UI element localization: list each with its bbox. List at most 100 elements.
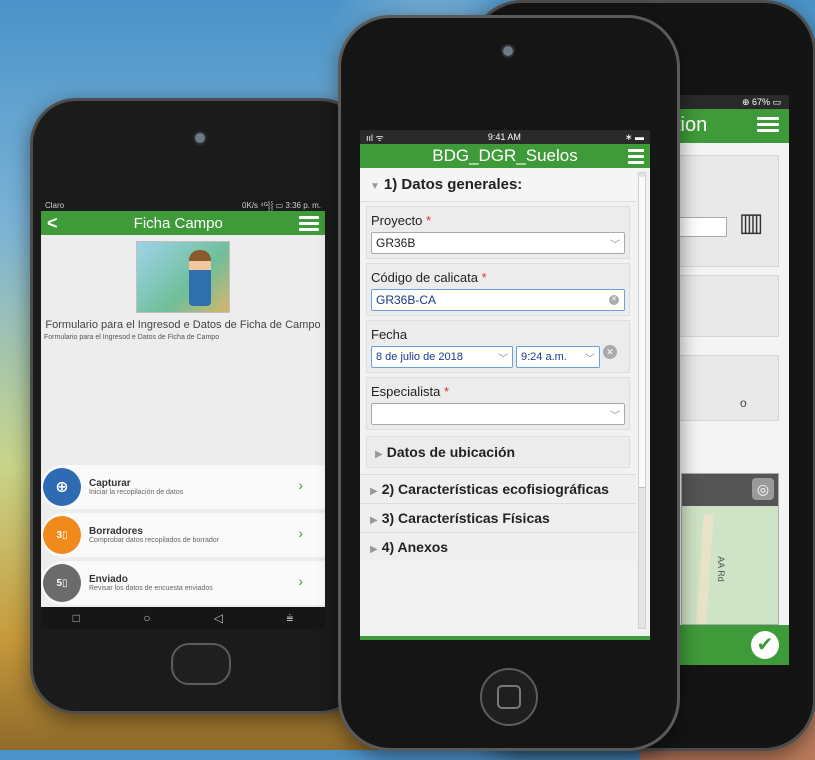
phone-middle: ııl ᯤ 9:41 AM ∗ ▬ BDG_DGR_Suelos ▼ 1) Dat… [338,15,680,751]
chevron-down-icon: ﹀ [498,353,508,365]
status-bar: Claro 0K/s ⁴ᴳ⸾⸾ ▭ 3:36 p. m. [41,199,325,211]
text-input[interactable] [679,217,727,237]
codigo-value: GR36B-CA [376,293,437,307]
form-panel: o [669,355,779,421]
section-header-caracteristicas-fisicas[interactable]: ▶ 3) Características Físicas [360,503,636,532]
expand-icon: ▶ [370,486,378,497]
map-road [696,513,714,624]
keyboard-icon[interactable]: ⩧ [286,611,293,626]
menu-item-enviado[interactable]: 5 ▯ Enviado Revisar los datos de encuesta… [41,561,325,605]
form-subtitle: Formulario para el Ingresod e Datos de F… [44,334,220,341]
field-label: Código de calicata [371,270,478,285]
camera-icon [193,131,207,145]
app-title: BDG_DGR_Suelos [432,146,578,165]
app-bar: < Ficha Campo [41,211,325,235]
menu-icon[interactable] [757,117,779,132]
barcode-scan-icon[interactable]: ▥ [733,207,769,243]
section-title: 1) Datos generales: [383,176,523,193]
chevron-down-icon: ﹀ [585,353,595,365]
chevron-down-icon: ﹀ [610,410,620,422]
app-bar: BDG_DGR_Suelos [360,144,650,168]
date-picker[interactable]: 8 de julio de 2018 ﹀ [371,346,513,368]
subsection-datos-ubicacion[interactable]: ▶ Datos de ubicación [366,436,630,468]
required-mark: * [481,270,487,285]
back-icon[interactable]: < [47,213,58,234]
clear-icon[interactable]: ✕ [609,295,619,305]
scrollbar[interactable] [638,172,646,629]
menu-item-capturar[interactable]: ⊕ Capturar Iniciar la recopilación de da… [41,465,325,509]
time-picker[interactable]: 9:24 a.m. ﹀ [516,346,600,368]
field-label: Fecha [371,327,408,342]
android-navbar: □ ○ ◁ ⩧ [41,607,325,629]
menu-item-title: Capturar [89,478,131,489]
menu-icon[interactable] [299,215,319,231]
sent-count: 5 [56,577,63,589]
clear-icon[interactable]: ✕ [603,345,617,359]
drafts-icon: 3 ▯ [43,516,81,554]
section-title: 4) Anexos [381,539,449,555]
codigo-input[interactable]: GR36B-CA ✕ [371,289,625,311]
bottom-accent [360,636,650,640]
field-especialista: Especialista * ﹀ [366,377,630,430]
section-header-caracteristicas-ecofisiograficas[interactable]: ▶ 2) Características ecofisiográficas [360,474,636,503]
form-panel [669,275,779,337]
required-mark: * [444,384,450,399]
subsection-title: Datos de ubicación [386,444,516,460]
menu-item-subtitle: Revisar los datos de encuesta enviados [89,585,213,592]
map-view[interactable]: ◎ AA Rd [681,473,779,625]
field-label: Proyecto [371,213,423,228]
required-mark: * [425,213,431,228]
section-header-datos-generales[interactable]: ▼ 1) Datos generales: [360,168,636,202]
chevron-down-icon: ﹀ [610,239,620,251]
phone-left: Claro 0K/s ⁴ᴳ⸾⸾ ▭ 3:36 p. m. < Ficha Cam… [30,98,366,714]
menu-item-subtitle: Iniciar la recopilación de datos [89,489,184,496]
field-proyecto: Proyecto * GR36B ﹀ [366,206,630,259]
scrollbar-thumb[interactable] [639,177,645,488]
sent-icon: 5 ▯ [43,564,81,602]
middle-screen: ııl ᯤ 9:41 AM ∗ ▬ BDG_DGR_Suelos ▼ 1) Dat… [360,130,650,640]
carrier-label: Claro [45,200,65,210]
home-button[interactable] [480,668,538,726]
section-title: 2) Características ecofisiográficas [381,481,609,497]
left-screen: Claro 0K/s ⁴ᴳ⸾⸾ ▭ 3:36 p. m. < Ficha Cam… [41,199,325,629]
action-menu: ⊕ Capturar Iniciar la recopilación de da… [41,465,325,609]
field-codigo-calicata: Código de calicata * GR36B-CA ✕ [366,263,630,316]
home-icon[interactable]: ○ [143,611,150,625]
expand-icon: ▶ [370,544,378,555]
field-label: Especialista [371,384,441,399]
form-title: Formulario para el Ingresod e Datos de F… [45,319,321,331]
app-title: Ficha Campo [133,214,223,232]
status-bar: ııl ᯤ 9:41 AM ∗ ▬ [360,130,650,144]
status-right: 0K/s ⁴ᴳ⸾⸾ ▭ 3:36 p. m. [242,200,321,210]
chevron-right-icon: › [298,477,303,493]
form-thumbnail [136,241,230,313]
expand-icon: ▶ [370,515,378,526]
submit-check-icon[interactable]: ✔ [751,631,779,659]
home-button[interactable] [171,643,231,685]
menu-item-borradores[interactable]: 3 ▯ Borradores Comprobar datos recopilado… [41,513,325,557]
status-time: 9:41 AM [487,132,521,142]
especialista-select[interactable]: ﹀ [371,403,625,425]
menu-item-title: Borradores [89,526,143,537]
map-road-label: AA Rd [715,556,726,582]
menu-item-subtitle: Comprobar datos recopilados de borrador [89,537,219,544]
section-title: 3) Características Físicas [381,510,550,526]
proyecto-value: GR36B [376,236,416,250]
expand-icon: ▶ [375,449,383,460]
chevron-right-icon: › [298,525,303,541]
locate-icon[interactable]: ◎ [752,478,774,500]
time-value: 9:24 a.m. [521,351,567,363]
battery-icon: ∗ ▬ [624,131,644,142]
signal-icon: ııl ᯤ [366,132,384,143]
menu-icon[interactable] [628,149,644,164]
chevron-right-icon: › [298,573,303,589]
clear-date[interactable]: ✕ [603,345,617,364]
recents-icon[interactable]: □ [73,611,80,625]
back-nav-icon[interactable]: ◁ [214,611,223,625]
collapse-icon: ▼ [370,181,380,192]
capture-icon: ⊕ [43,468,81,506]
proyecto-select[interactable]: GR36B ﹀ [371,232,625,254]
partial-text: o [740,396,747,410]
camera-icon [501,44,515,58]
section-header-anexos[interactable]: ▶ 4) Anexos [360,532,636,561]
